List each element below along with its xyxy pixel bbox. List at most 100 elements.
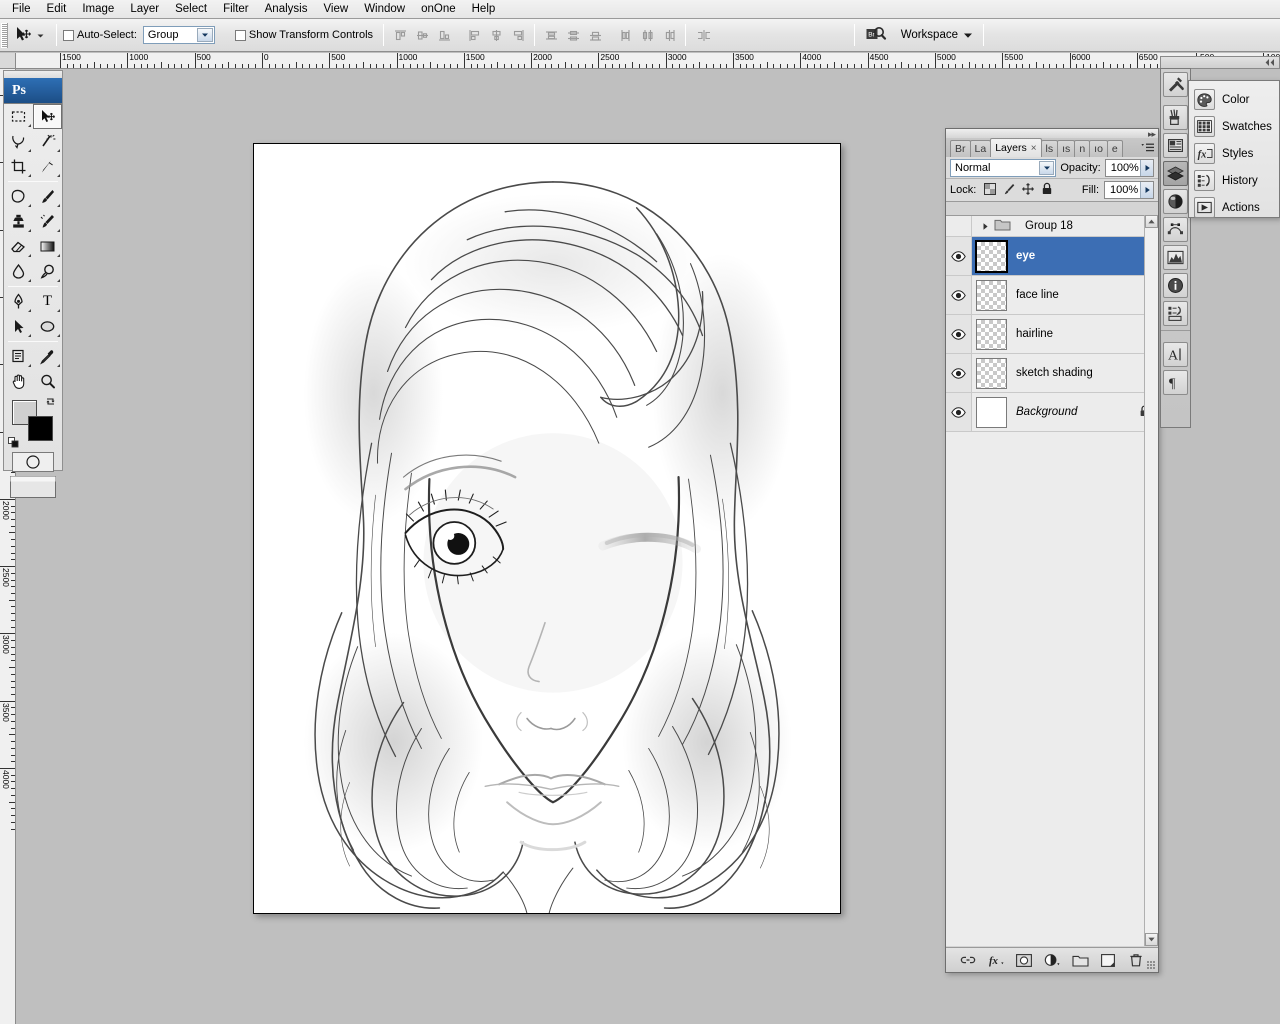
flyout-item-swatches[interactable]: Swatches xyxy=(1194,113,1279,140)
panel-tab-n[interactable]: n xyxy=(1074,140,1090,157)
table-row[interactable]: eye xyxy=(946,237,1158,276)
distribute-bottom-edges-icon[interactable] xyxy=(585,25,605,45)
layer-style-button[interactable]: fx xyxy=(988,952,1005,969)
menu-item-onone[interactable]: onOne xyxy=(413,0,464,18)
menu-item-layer[interactable]: Layer xyxy=(122,0,167,18)
lock-all-icon[interactable] xyxy=(1041,182,1053,198)
paths-button[interactable] xyxy=(1163,217,1188,242)
new-group-button[interactable] xyxy=(1072,952,1089,969)
auto-select-checkbox[interactable] xyxy=(63,30,74,41)
ruler-origin-corner[interactable] xyxy=(0,53,16,69)
lock-position-icon[interactable] xyxy=(1022,183,1034,198)
history-brush-tool[interactable] xyxy=(33,209,62,234)
go-to-bridge-button[interactable]: Br xyxy=(859,23,893,47)
menu-item-analysis[interactable]: Analysis xyxy=(257,0,316,18)
layer-comps-button[interactable] xyxy=(1163,301,1188,326)
path-selection-tool[interactable] xyxy=(4,314,33,339)
panel-menu-icon[interactable] xyxy=(1139,141,1155,155)
distribute-top-edges-icon[interactable] xyxy=(541,25,561,45)
background-color-swatch[interactable] xyxy=(28,416,53,441)
align-vertical-centers-icon[interactable] xyxy=(412,25,432,45)
magic-wand-tool[interactable] xyxy=(33,129,62,154)
menu-item-help[interactable]: Help xyxy=(464,0,504,18)
dodge-tool[interactable] xyxy=(33,259,62,284)
histogram-button[interactable] xyxy=(1163,245,1188,270)
layers-list[interactable]: Group 18 eye xyxy=(946,215,1158,946)
layer-thumbnail[interactable] xyxy=(976,241,1007,272)
panel-tab-layers[interactable]: Layers × xyxy=(990,138,1041,157)
opacity-slider-arrow-icon[interactable] xyxy=(1140,160,1153,176)
distribute-vertical-centers-icon[interactable] xyxy=(563,25,583,45)
flyout-item-color[interactable]: Color xyxy=(1194,86,1279,113)
table-row[interactable]: sketch shading xyxy=(946,354,1158,393)
table-row[interactable]: Background xyxy=(946,393,1158,432)
delete-layer-button[interactable] xyxy=(1128,952,1145,969)
chevron-right-icon[interactable] xyxy=(979,222,992,231)
link-layers-button[interactable] xyxy=(960,952,977,969)
brush-tool[interactable] xyxy=(33,184,62,209)
flyout-item-styles[interactable]: fx Styles xyxy=(1194,140,1279,167)
layer-name[interactable]: face line xyxy=(1016,289,1158,301)
brushes-button[interactable] xyxy=(1163,105,1188,130)
menu-item-view[interactable]: View xyxy=(315,0,356,18)
tools-preset-button[interactable] xyxy=(1163,72,1188,97)
scroll-up-button[interactable] xyxy=(1145,215,1158,228)
layers-button[interactable] xyxy=(1163,161,1188,186)
table-row[interactable]: Group 18 xyxy=(946,216,1158,237)
distribute-right-edges-icon[interactable] xyxy=(659,25,679,45)
layer-thumbnail[interactable] xyxy=(976,280,1007,311)
opacity-field[interactable]: 100% xyxy=(1105,159,1154,177)
dock-titlebar[interactable] xyxy=(1160,56,1280,68)
panel-tab-io[interactable]: ıo xyxy=(1089,140,1108,157)
active-tool-preset-picker[interactable] xyxy=(10,23,50,47)
options-bar-grip[interactable] xyxy=(1,23,8,48)
paragraph-button[interactable]: ¶ xyxy=(1163,370,1188,395)
lock-transparent-pixels-icon[interactable] xyxy=(984,183,996,198)
menu-item-select[interactable]: Select xyxy=(167,0,215,18)
layer-visibility-toggle[interactable] xyxy=(946,216,972,236)
gradient-tool[interactable] xyxy=(33,234,62,259)
ellipse-shape-tool[interactable] xyxy=(33,314,62,339)
align-left-edges-icon[interactable] xyxy=(464,25,484,45)
layer-visibility-toggle[interactable] xyxy=(946,354,972,392)
close-icon[interactable]: × xyxy=(1031,143,1037,154)
menu-item-file[interactable]: File xyxy=(4,0,39,18)
table-row[interactable]: face line xyxy=(946,276,1158,315)
layer-visibility-toggle[interactable] xyxy=(946,237,972,275)
layer-thumbnail[interactable] xyxy=(976,319,1007,350)
quick-mask-toggle[interactable] xyxy=(4,450,62,472)
layer-thumbnail[interactable] xyxy=(976,397,1007,428)
default-colors-icon[interactable] xyxy=(8,437,19,448)
hand-tool[interactable] xyxy=(4,369,33,394)
distribute-left-edges-icon[interactable] xyxy=(615,25,635,45)
layer-visibility-toggle[interactable] xyxy=(946,315,972,353)
align-top-edges-icon[interactable] xyxy=(390,25,410,45)
layer-name[interactable]: eye xyxy=(1016,250,1158,262)
new-layer-button[interactable] xyxy=(1100,952,1117,969)
lasso-tool[interactable] xyxy=(4,129,33,154)
layers-panel-titlebar[interactable]: ▸▸ xyxy=(946,129,1158,138)
layer-thumbnail[interactable] xyxy=(976,358,1007,389)
fill-slider-arrow-icon[interactable] xyxy=(1140,182,1153,198)
menu-item-window[interactable]: Window xyxy=(356,0,413,18)
align-horizontal-centers-icon[interactable] xyxy=(486,25,506,45)
layers-scrollbar[interactable] xyxy=(1144,215,1158,946)
flyout-item-history[interactable]: History xyxy=(1194,167,1279,194)
menu-item-image[interactable]: Image xyxy=(74,0,122,18)
scroll-down-button[interactable] xyxy=(1145,933,1158,946)
panel-resize-grip[interactable] xyxy=(1147,961,1156,970)
lock-image-pixels-icon[interactable] xyxy=(1003,183,1015,198)
notes-tool[interactable] xyxy=(4,344,33,369)
align-bottom-edges-icon[interactable] xyxy=(434,25,454,45)
zoom-tool[interactable] xyxy=(33,369,62,394)
layer-name[interactable]: Group 18 xyxy=(1025,220,1158,232)
panel-tab-is[interactable]: ıs xyxy=(1057,140,1075,157)
workspace-button[interactable]: Workspace xyxy=(893,23,981,47)
crop-tool[interactable] xyxy=(4,154,33,179)
panel-tab-e[interactable]: e xyxy=(1107,140,1123,157)
eyedropper-tool[interactable] xyxy=(33,344,62,369)
blur-tool[interactable] xyxy=(4,259,33,284)
document-window[interactable] xyxy=(253,143,841,914)
artwork-canvas[interactable] xyxy=(254,144,840,913)
panel-tab-br[interactable]: Br xyxy=(950,140,971,157)
